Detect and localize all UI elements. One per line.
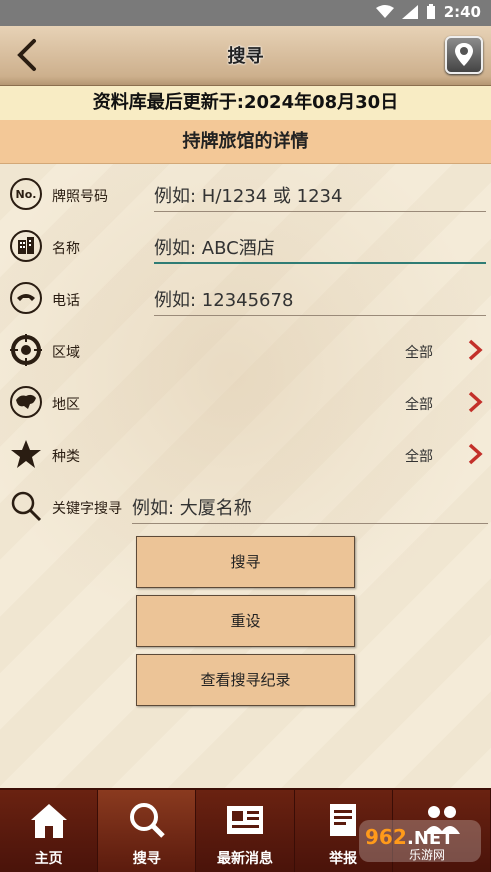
map-pin-icon [455, 43, 473, 66]
map-button[interactable] [445, 36, 483, 74]
battery-icon [426, 4, 435, 19]
svg-text:962: 962 [365, 825, 407, 849]
search-icon [11, 491, 42, 522]
area-row[interactable]: 地区 全部 [0, 376, 491, 428]
tab-search[interactable]: 搜寻 [98, 790, 197, 872]
watermark-logo: 962 .NET 乐游网 [359, 820, 481, 862]
building-icon [10, 230, 42, 262]
phone-icon [10, 282, 42, 314]
area-label: 地区 [52, 397, 80, 413]
license-number-icon: No. [10, 178, 42, 210]
tab-news[interactable]: 最新消息 [196, 790, 295, 872]
tab-label: 搜寻 [132, 851, 161, 867]
reset-button[interactable]: 重设 [136, 595, 355, 647]
phone-row: 电话 例如: 12345678 [0, 272, 491, 324]
wifi-icon [375, 5, 394, 18]
keyword-input[interactable]: 例如: 大厦名称 [132, 494, 488, 524]
tab-label: 最新消息 [216, 851, 273, 867]
svg-text:.NET: .NET [407, 828, 454, 849]
chevron-right-icon [468, 339, 483, 361]
database-update-text: 资料库最后更新于:2024年08月30日 [0, 86, 491, 120]
search-form: No. 牌照号码 例如: H/1234 或 1234 名称 例如: ABC酒店 … [0, 164, 491, 788]
status-bar: 2:40 [0, 0, 491, 26]
phone-label: 电话 [52, 293, 80, 309]
name-label: 名称 [52, 241, 80, 257]
search-icon [130, 803, 165, 838]
app-header: 搜寻 [0, 26, 491, 86]
category-label: 种类 [52, 449, 80, 465]
search-history-button[interactable]: 查看搜寻纪录 [136, 654, 355, 706]
search-button[interactable]: 搜寻 [136, 536, 355, 588]
name-row: 名称 例如: ABC酒店 [0, 220, 491, 272]
license-row: No. 牌照号码 例如: H/1234 或 1234 [0, 168, 491, 220]
status-time: 2:40 [443, 3, 481, 21]
category-value: 全部 [405, 449, 433, 465]
status-icons: 2:40 [375, 3, 481, 21]
section-title: 持牌旅馆的详情 [0, 120, 491, 164]
chevron-right-icon [468, 443, 483, 465]
chevron-right-icon [468, 391, 483, 413]
svg-text:乐游网: 乐游网 [409, 848, 445, 862]
map-region-icon [10, 386, 42, 418]
tab-label: 主页 [34, 851, 63, 867]
district-label: 区域 [52, 345, 80, 361]
phone-input[interactable]: 例如: 12345678 [154, 286, 486, 316]
tab-home[interactable]: 主页 [0, 790, 99, 872]
license-input[interactable]: 例如: H/1234 或 1234 [154, 182, 486, 212]
page-title: 搜寻 [227, 46, 264, 67]
district-row[interactable]: 区域 全部 [0, 324, 491, 376]
home-icon [31, 804, 67, 838]
target-icon [10, 334, 42, 366]
keyword-row: 关键字搜寻 例如: 大厦名称 [0, 480, 491, 532]
svg-text:No.: No. [16, 188, 37, 201]
signal-icon [401, 5, 418, 19]
category-row[interactable]: 种类 全部 [0, 428, 491, 480]
keyword-label: 关键字搜寻 [52, 501, 122, 517]
area-value: 全部 [405, 397, 433, 413]
newspaper-icon [227, 806, 264, 834]
license-label: 牌照号码 [52, 189, 108, 205]
name-input[interactable]: 例如: ABC酒店 [154, 234, 486, 264]
district-value: 全部 [405, 345, 433, 361]
star-icon [11, 440, 41, 468]
